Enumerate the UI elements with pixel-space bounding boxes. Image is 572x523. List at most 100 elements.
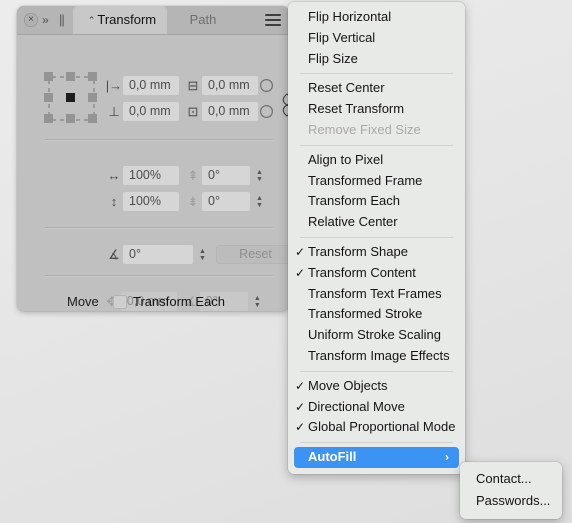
autofill-submenu: Contact... Passwords...	[460, 462, 562, 519]
transform-each-checkbox-row[interactable]: Transform Each	[113, 294, 225, 309]
menu-item-transform-image-effects[interactable]: Transform Image Effects	[288, 346, 465, 367]
x-position-icon: |→	[105, 78, 123, 93]
menu-item-move-objects[interactable]: ✓ Move Objects	[288, 376, 465, 397]
anchor-bottom-left[interactable]	[44, 114, 53, 123]
position-y-row: ⊥ 0,0 mm ⊡ 0,0 mm	[105, 102, 273, 121]
check-icon: ✓	[295, 244, 306, 259]
rotation-stepper[interactable]: ▲ ▼	[196, 245, 209, 264]
menu-item-label: Transformed Frame	[308, 172, 423, 188]
menu-item-reset-transform[interactable]: Reset Transform	[288, 99, 465, 120]
width-icon: ⊟	[187, 77, 199, 93]
menu-item-directional-move[interactable]: ✓ Directional Move	[288, 397, 465, 418]
menu-item-transform-shape[interactable]: ✓ Transform Shape	[288, 242, 465, 263]
menu-item-transform-each[interactable]: Transform Each	[288, 191, 465, 212]
drag-grip-icon[interactable]: ||	[59, 12, 65, 28]
y-position-icon: ⊥	[108, 103, 120, 119]
transform-each-label: Transform Each	[133, 294, 225, 309]
chevron-right-icon: ›	[445, 450, 449, 465]
rotation-field[interactable]: 0°	[123, 245, 193, 264]
check-icon: ✓	[295, 378, 306, 393]
check-icon: ✓	[295, 420, 306, 435]
rotation-row: ∡ 0° ▲ ▼ Reset	[105, 245, 289, 264]
close-icon[interactable]: ×	[24, 13, 38, 27]
menu-separator	[300, 370, 453, 372]
check-icon: ✓	[295, 265, 306, 280]
shear-y-field[interactable]: 0°	[202, 192, 250, 211]
anchor-middle-right[interactable]	[88, 93, 97, 102]
menu-item-global-proportional-mode[interactable]: ✓ Global Proportional Mode	[288, 417, 465, 438]
menu-item-flip-vertical[interactable]: Flip Vertical	[288, 28, 465, 49]
menu-item-transformed-frame[interactable]: Transformed Frame	[288, 171, 465, 192]
menu-item-label: Reset Center	[308, 80, 385, 96]
menu-item-label: Reset Transform	[308, 101, 405, 117]
tab-transform[interactable]: ⌃ Transform	[73, 6, 167, 34]
menu-item-flip-horizontal[interactable]: Flip Horizontal	[288, 7, 465, 28]
menu-item-remove-fixed-size: Remove Fixed Size	[288, 120, 465, 141]
height-field[interactable]: 0,0 mm	[202, 102, 258, 121]
menu-item-label: Uniform Stroke Scaling	[308, 327, 441, 343]
anchor-top-left[interactable]	[44, 72, 53, 81]
anchor-bottom-right[interactable]	[88, 114, 97, 123]
anchor-top-right[interactable]	[88, 72, 97, 81]
menu-item-reset-center[interactable]: Reset Center	[288, 78, 465, 99]
anchor-point-grid[interactable]	[44, 72, 104, 124]
panel-menu-icon[interactable]	[263, 11, 283, 29]
menu-item-label: Transform Text Frames	[308, 285, 442, 301]
height-icon: ⊡	[187, 103, 199, 119]
height-lock-toggle[interactable]	[260, 105, 273, 118]
menu-item-align-to-pixel[interactable]: Align to Pixel	[288, 150, 465, 171]
scale-y-field[interactable]: 100%	[123, 192, 179, 211]
menu-item-label: Transform Shape	[308, 243, 408, 259]
move-angle-stepper[interactable]: ▲ ▼	[251, 292, 264, 311]
scale-x-field[interactable]: 100%	[123, 166, 179, 185]
shear-y-stepper[interactable]: ▲ ▼	[253, 192, 266, 211]
menu-item-flip-size[interactable]: Flip Size	[288, 49, 465, 70]
menu-item-label: Flip Size	[308, 50, 358, 66]
anchor-bottom-center[interactable]	[66, 114, 75, 123]
menu-item-label: Transform Image Effects	[308, 347, 450, 363]
anchor-center[interactable]	[66, 93, 75, 102]
menu-item-label: Align to Pixel	[308, 151, 384, 167]
panel-body: |→ 0,0 mm ⊟ 0,0 mm ⊥ 0,0 mm ⊡ 0,0 mm ↔ 1…	[17, 35, 289, 311]
tab-transform-label: Transform	[97, 12, 157, 27]
menu-item-label: Transform Each	[308, 193, 400, 209]
menu-separator	[300, 144, 453, 146]
transform-panel: × » || ⌃ Transform Path |→ 0,0 mm ⊟ 0,0 …	[17, 6, 289, 311]
scale-y-row: ↕ 100% ⇟ 0° ▲ ▼	[105, 192, 266, 211]
menu-item-relative-center[interactable]: Relative Center	[288, 212, 465, 233]
shear-vertical-icon: ⇟	[187, 193, 199, 209]
position-x-row: |→ 0,0 mm ⊟ 0,0 mm	[105, 76, 273, 95]
x-position-field[interactable]: 0,0 mm	[123, 76, 179, 95]
menu-item-label: Relative Center	[308, 214, 398, 230]
menu-separator	[300, 73, 453, 75]
submenu-item-passwords[interactable]: Passwords...	[460, 490, 562, 512]
menu-separator	[300, 236, 453, 238]
menu-item-label: Move Objects	[308, 377, 388, 393]
menu-item-autofill[interactable]: AutoFill ›	[294, 447, 459, 468]
shear-horizontal-icon: ⇞	[187, 167, 199, 183]
y-position-field[interactable]: 0,0 mm	[123, 102, 179, 121]
anchor-top-center[interactable]	[66, 72, 75, 81]
panel-context-menu: Flip Horizontal Flip Vertical Flip Size Res…	[288, 2, 465, 474]
submenu-item-contact[interactable]: Contact...	[460, 468, 562, 490]
menu-item-label: Flip Vertical	[308, 29, 376, 45]
menu-item-uniform-stroke-scaling[interactable]: Uniform Stroke Scaling	[288, 325, 465, 346]
transform-each-checkbox[interactable]	[113, 294, 127, 309]
anchor-middle-left[interactable]	[44, 93, 53, 102]
menu-separator	[300, 442, 453, 444]
menu-item-label: Global Proportional Mode	[308, 419, 456, 435]
tab-path[interactable]: Path	[167, 6, 239, 34]
reset-button[interactable]: Reset	[216, 245, 289, 264]
menu-item-transform-text-frames[interactable]: Transform Text Frames	[288, 284, 465, 305]
menu-item-transformed-stroke[interactable]: Transformed Stroke	[288, 304, 465, 325]
menu-item-transform-content[interactable]: ✓ Transform Content	[288, 263, 465, 284]
scale-horizontal-icon: ↔	[107, 168, 121, 183]
width-field[interactable]: 0,0 mm	[202, 76, 258, 95]
submenu-item-label: Contact...	[476, 471, 532, 486]
sort-chevrons-icon: ⌃	[87, 15, 96, 25]
width-lock-toggle[interactable]	[260, 79, 273, 92]
scale-vertical-icon: ↕	[110, 194, 118, 209]
chevron-double-right-icon[interactable]: »	[42, 12, 49, 28]
shear-x-field[interactable]: 0°	[202, 166, 250, 185]
shear-x-stepper[interactable]: ▲ ▼	[253, 166, 266, 185]
